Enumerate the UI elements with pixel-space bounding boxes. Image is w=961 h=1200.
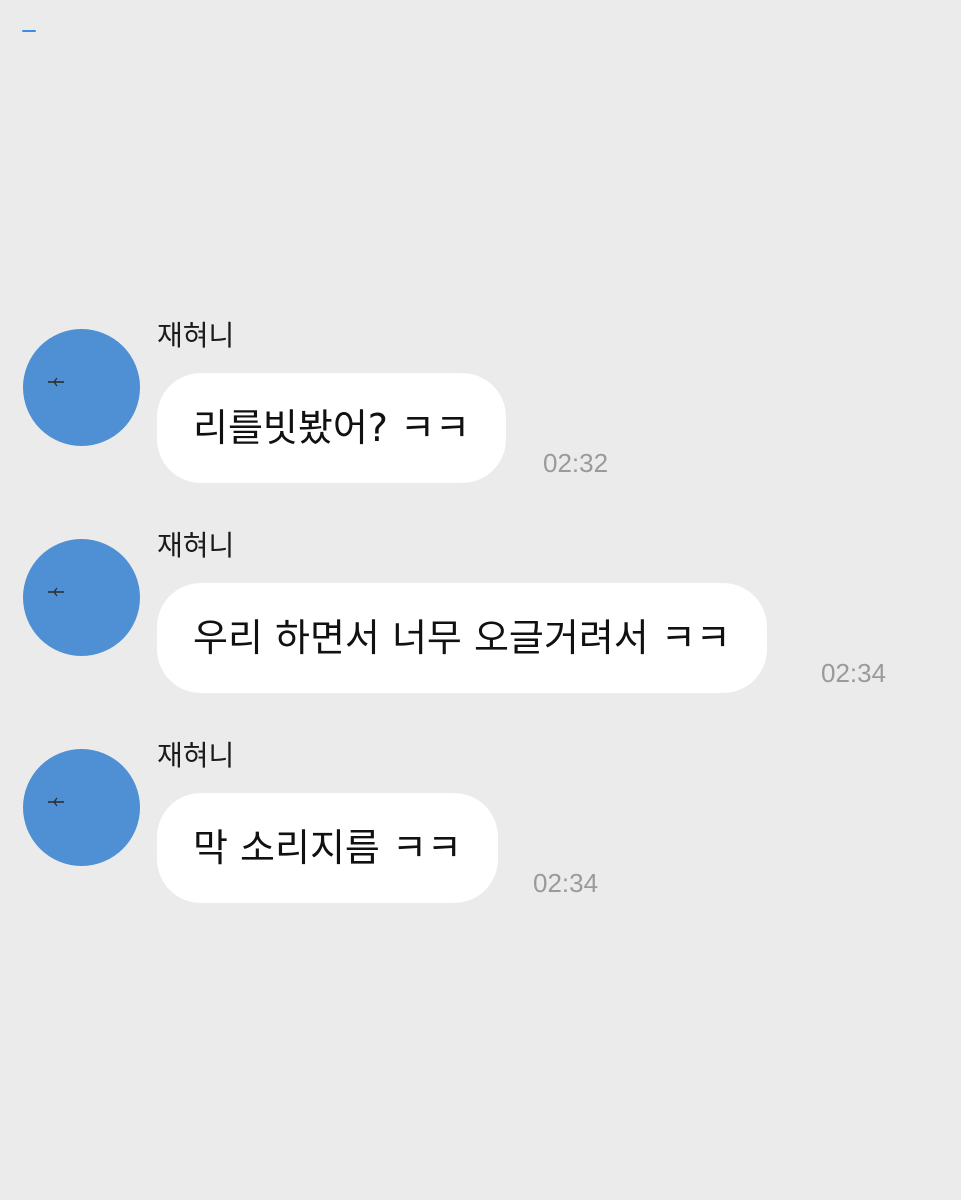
airplane-icon xyxy=(48,797,64,807)
sender-name: 재혀니 xyxy=(157,319,235,352)
avatar[interactable] xyxy=(23,539,140,656)
airplane-icon xyxy=(48,587,64,597)
status-indicator xyxy=(22,30,36,32)
chat-message: 재혀니 우리 하면서 너무 오글거려서 ㅋㅋ 02:34 xyxy=(0,529,961,719)
sender-name: 재혀니 xyxy=(157,529,235,562)
airplane-icon xyxy=(48,377,64,387)
message-time: 02:34 xyxy=(821,658,887,688)
message-bubble[interactable]: 막 소리지름 ㅋㅋ xyxy=(157,793,498,903)
message-bubble[interactable]: 우리 하면서 너무 오글거려서 ㅋㅋ xyxy=(157,583,767,693)
message-time: 02:32 xyxy=(543,448,609,478)
message-time: 02:34 xyxy=(533,868,599,898)
message-bubble[interactable]: 리를빗봤어? ㅋㅋ xyxy=(157,373,506,483)
avatar[interactable] xyxy=(23,329,140,446)
sender-name: 재혀니 xyxy=(157,739,235,772)
chat-message: 재혀니 리를빗봤어? ㅋㅋ 02:32 xyxy=(0,319,961,509)
chat-message: 재혀니 막 소리지름 ㅋㅋ 02:34 xyxy=(0,739,961,929)
avatar[interactable] xyxy=(23,749,140,866)
